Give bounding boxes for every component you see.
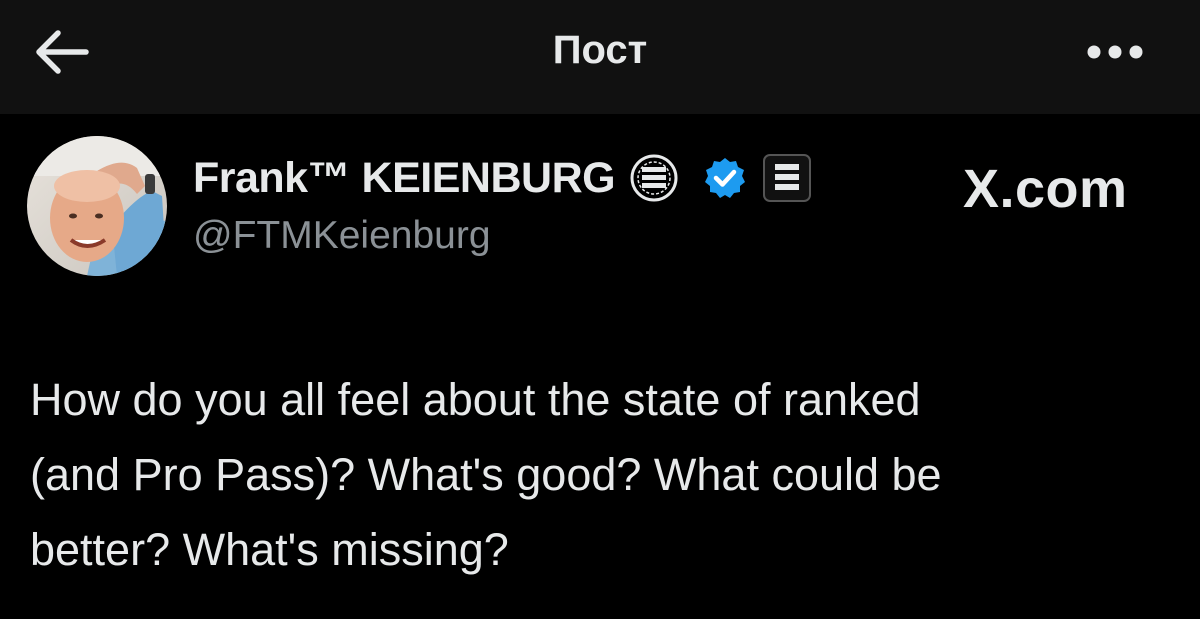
- page-title: Пост: [552, 28, 648, 72]
- avatar[interactable]: [27, 136, 167, 276]
- name-row: Frank™ KEIENBURG: [193, 150, 812, 206]
- more-horizontal-icon: [1087, 45, 1143, 59]
- arrow-left-icon: [36, 30, 89, 74]
- verified-badge-icon[interactable]: [703, 156, 747, 200]
- post-text: How do you all feel about the state of r…: [30, 374, 942, 575]
- avatar-image: [27, 136, 167, 276]
- affiliate-badge-icon[interactable]: [763, 154, 812, 202]
- top-bar: Пост: [0, 0, 1200, 114]
- post: Frank™ KEIENBURG @FTMKeienburg X.com How…: [0, 114, 1200, 619]
- author-handle[interactable]: @FTMKeienburg: [193, 214, 491, 258]
- more-button[interactable]: [1080, 30, 1150, 74]
- watermark: X.com: [963, 159, 1128, 219]
- back-button[interactable]: [30, 22, 94, 82]
- emblem-icon: [629, 153, 679, 203]
- display-name[interactable]: Frank™ KEIENBURG: [193, 154, 616, 203]
